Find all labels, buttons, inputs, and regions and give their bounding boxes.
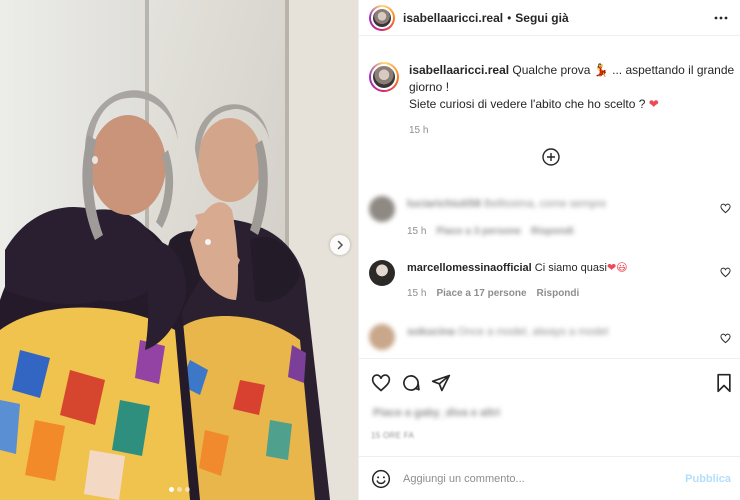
comment-input[interactable] — [403, 472, 673, 485]
caption-line-2: Siete curiosi di vedere l'abito che ho s… — [409, 97, 646, 111]
save-bookmark-icon[interactable] — [715, 373, 733, 393]
comment-item: sokucina Once a model, always a model — [369, 324, 737, 350]
comment-username[interactable]: marcellomessinaofficial — [407, 262, 532, 274]
comment-likes[interactable]: Piace a 17 persone — [436, 288, 526, 299]
post-actions-bar — [359, 358, 740, 408]
carousel-dot — [168, 487, 174, 492]
comment-item: marcellomessinaofficial Ci siamo quasi❤😃… — [369, 260, 737, 299]
comment-time: 15 h — [407, 288, 427, 299]
commenter-avatar[interactable] — [369, 196, 395, 222]
comment-username[interactable]: sokucina — [407, 326, 455, 338]
share-paper-plane-icon[interactable] — [431, 373, 451, 393]
dancer-emoji-icon: 💃 — [593, 63, 609, 77]
carousel-next-button[interactable] — [330, 235, 350, 255]
comment-text: Bellissima, come sempre — [484, 198, 607, 210]
carousel-dot — [184, 487, 190, 492]
comment-text: Ci siamo quasi — [534, 262, 607, 274]
plus-circle-icon[interactable] — [542, 148, 560, 166]
comment-like-heart-icon[interactable] — [720, 203, 731, 214]
comment-composer: Pubblica — [359, 456, 740, 500]
caption-username[interactable]: isabellaaricci.real — [409, 63, 509, 77]
following-button[interactable]: Segui già — [515, 11, 568, 25]
heart-emoji-icon: ❤ — [648, 97, 659, 111]
reply-button[interactable]: Rispondi — [537, 288, 580, 299]
reply-button[interactable]: Rispondi — [531, 226, 574, 237]
commenter-avatar[interactable] — [369, 324, 395, 350]
caption-time: 15 h — [409, 125, 429, 136]
author-avatar[interactable] — [369, 4, 395, 31]
comment-item: luciarichiuti58 Bellissima, come sempre … — [369, 196, 737, 237]
header-separator: • — [507, 10, 512, 25]
heart-smile-emoji-icon: ❤😃 — [606, 262, 628, 274]
post-timestamp: 15 ORE FA — [371, 431, 415, 440]
comment-bubble-icon[interactable] — [401, 373, 421, 393]
post-header: isabellaaricci.real • Segui già — [359, 0, 740, 36]
commenter-avatar[interactable] — [369, 260, 395, 286]
chevron-right-icon — [337, 240, 344, 250]
comment-text: Once a model, always a model — [457, 326, 609, 338]
emoji-smiley-icon[interactable] — [371, 469, 391, 489]
carousel-dot — [176, 487, 182, 492]
instagram-post: isabellaaricci.real • Segui già isabella… — [0, 0, 740, 500]
like-heart-icon[interactable] — [371, 373, 391, 393]
post-media[interactable] — [0, 0, 358, 500]
post-photo — [0, 0, 358, 500]
comment-username[interactable]: luciarichiuti58 — [407, 198, 481, 210]
publish-button[interactable]: Pubblica — [685, 473, 731, 485]
author-username[interactable]: isabellaaricci.real — [403, 11, 503, 25]
comment-time: 15 h — [407, 226, 427, 237]
likes-count[interactable]: Piace a gaby_diva e altri — [373, 407, 500, 419]
caption-text-start: Qualche prova — [512, 63, 591, 77]
post-side-panel: isabellaaricci.real • Segui già isabella… — [358, 0, 740, 500]
comment-like-heart-icon[interactable] — [720, 333, 731, 344]
comment-likes[interactable]: Piace a 3 persone — [436, 226, 521, 237]
more-horizontal-icon[interactable] — [714, 11, 728, 25]
carousel-indicator — [0, 487, 358, 492]
comment-like-heart-icon[interactable] — [720, 267, 731, 278]
post-caption: isabellaaricci.real Qualche prova 💃 ... … — [369, 62, 735, 139]
caption-avatar[interactable] — [369, 62, 399, 92]
